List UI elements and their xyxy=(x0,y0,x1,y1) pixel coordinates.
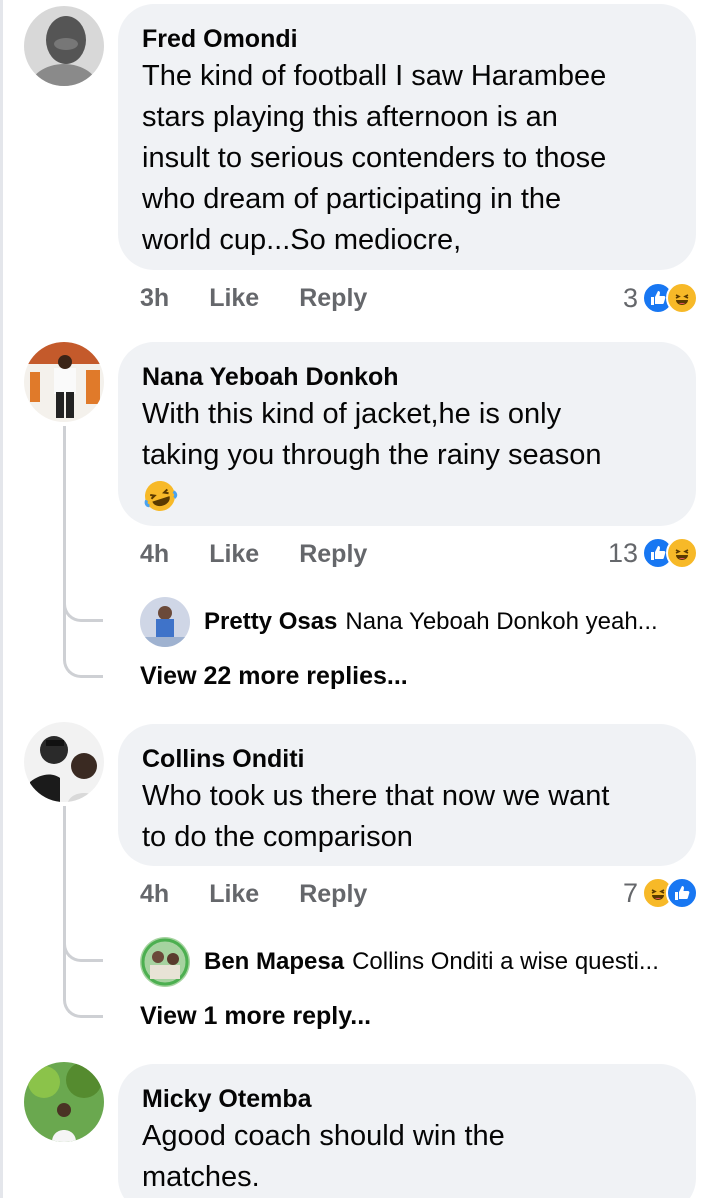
like-button[interactable]: Like xyxy=(209,880,259,909)
laughing-crying-emoji xyxy=(142,478,670,519)
thread-connector xyxy=(63,596,103,622)
reply-preview[interactable]: Pretty Osas Nana Yeboah Donkoh yeah... xyxy=(140,597,658,647)
haha-icon xyxy=(666,282,698,314)
comment-line: The kind of football I saw Harambee xyxy=(142,60,607,92)
avatar[interactable] xyxy=(24,722,104,802)
reply-button[interactable]: Reply xyxy=(299,284,367,313)
avatar[interactable] xyxy=(140,597,190,647)
comment-line: world cup...So mediocre, xyxy=(142,224,462,256)
haha-icon xyxy=(666,537,698,569)
comment-line: stars playing this afternoon is an xyxy=(142,101,558,133)
comment-line: taking you through the rainy season xyxy=(142,439,602,471)
reaction-count: 3 xyxy=(622,282,638,313)
reply-button[interactable]: Reply xyxy=(299,540,367,569)
timestamp[interactable]: 4h xyxy=(140,540,169,569)
thread-connector xyxy=(63,986,103,1018)
timestamp[interactable]: 4h xyxy=(140,880,169,909)
reply-author-name[interactable]: Pretty Osas xyxy=(204,608,337,636)
comment-bubble: Nana Yeboah Donkoh With this kind of jac… xyxy=(118,342,696,526)
reaction-summary[interactable]: 13 xyxy=(608,537,698,569)
reply-author-name[interactable]: Ben Mapesa xyxy=(204,948,344,976)
view-more-replies-link[interactable]: View 22 more replies... xyxy=(140,662,408,691)
commenter-name[interactable]: Micky Otemba xyxy=(142,1082,670,1116)
commenter-name[interactable]: Fred Omondi xyxy=(142,22,670,56)
comment-line: With this kind of jacket,he is only xyxy=(142,398,562,430)
view-more-replies-link[interactable]: View 1 more reply... xyxy=(140,1002,371,1031)
reply-snippet: Collins Onditi a wise questi... xyxy=(352,948,659,975)
like-icon xyxy=(666,877,698,909)
like-button[interactable]: Like xyxy=(209,284,259,313)
comment-actions: 3h Like Reply xyxy=(140,284,367,313)
comment-actions: 4h Like Reply xyxy=(140,540,367,569)
comment-bubble: Collins Onditi Who took us there that no… xyxy=(118,724,696,866)
comment-bubble: Fred Omondi The kind of football I saw H… xyxy=(118,4,696,270)
thread-line xyxy=(63,806,66,986)
reaction-summary[interactable]: 7 xyxy=(623,877,698,909)
thread-connector xyxy=(63,646,103,678)
reaction-count: 7 xyxy=(622,877,638,908)
like-button[interactable]: Like xyxy=(209,540,259,569)
avatar[interactable] xyxy=(24,342,104,422)
comment-line: who dream of participating in the xyxy=(142,183,562,215)
timestamp[interactable]: 3h xyxy=(140,284,169,313)
comment-line: matches. xyxy=(142,1161,260,1193)
thread-connector xyxy=(63,936,103,962)
comment-line: Agood coach should win the xyxy=(142,1120,505,1152)
avatar[interactable] xyxy=(24,6,104,86)
commenter-name[interactable]: Collins Onditi xyxy=(142,742,670,776)
left-edge-rule xyxy=(0,0,3,1198)
reaction-count: 13 xyxy=(607,537,638,568)
comment-line: Who took us there that now we want xyxy=(142,780,610,812)
comment-bubble: Micky Otemba Agood coach should win the … xyxy=(118,1064,696,1198)
reply-preview[interactable]: Ben Mapesa Collins Onditi a wise questi.… xyxy=(140,937,659,987)
reply-snippet: Nana Yeboah Donkoh yeah... xyxy=(345,608,658,635)
reaction-summary[interactable]: 3 xyxy=(623,282,698,314)
comment-line: insult to serious contenders to those xyxy=(142,142,607,174)
reply-button[interactable]: Reply xyxy=(299,880,367,909)
avatar[interactable] xyxy=(24,1062,104,1142)
commenter-name[interactable]: Nana Yeboah Donkoh xyxy=(142,360,670,394)
comment-actions: 4h Like Reply xyxy=(140,880,367,909)
avatar[interactable] xyxy=(140,937,190,987)
comment-line: to do the comparison xyxy=(142,821,413,853)
